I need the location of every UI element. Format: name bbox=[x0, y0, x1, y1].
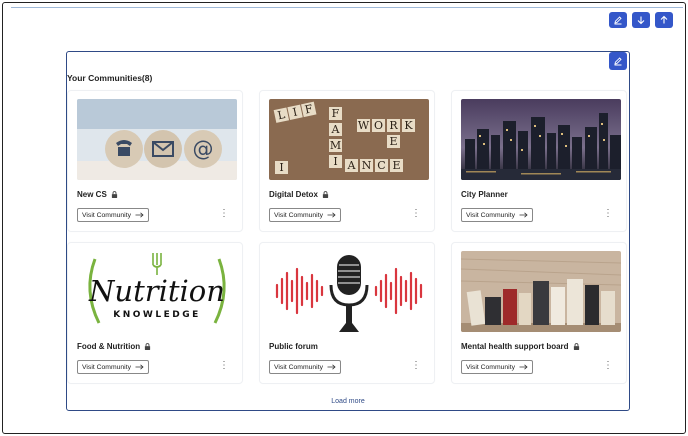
contact-icons-image: @ bbox=[77, 99, 237, 180]
pencil-icon bbox=[614, 57, 622, 66]
visit-community-button[interactable]: Visit Community bbox=[77, 360, 149, 374]
city-skyline-image bbox=[461, 99, 621, 180]
microphone-soundwave-image bbox=[269, 251, 429, 332]
community-image: LIF F A M I W O R K E A N C E I bbox=[269, 99, 429, 180]
panel-title: Your Communities(8) bbox=[67, 73, 153, 83]
move-up-button[interactable] bbox=[655, 12, 673, 28]
svg-text:K: K bbox=[404, 119, 413, 132]
toolbar bbox=[609, 12, 673, 28]
svg-text:A: A bbox=[347, 159, 357, 172]
more-options-icon[interactable]: ⋮ bbox=[603, 361, 613, 371]
books-image bbox=[461, 251, 621, 332]
svg-text:A: A bbox=[331, 123, 341, 136]
community-image bbox=[461, 251, 621, 332]
svg-text:F: F bbox=[332, 107, 340, 120]
community-image: @ bbox=[77, 99, 237, 180]
svg-text:R: R bbox=[389, 119, 398, 132]
community-image: Nutrition KNOWLEDGE bbox=[77, 251, 237, 332]
svg-text:N: N bbox=[362, 159, 372, 172]
community-name: Mental health support board bbox=[461, 342, 580, 351]
communities-panel: Your Communities(8) @ New CS Visit Commu… bbox=[66, 51, 630, 411]
edit-button[interactable] bbox=[609, 12, 627, 28]
arrow-right-icon bbox=[519, 212, 528, 218]
more-options-icon[interactable]: ⋮ bbox=[411, 209, 421, 219]
svg-text:E: E bbox=[389, 135, 397, 148]
nutrition-knowledge-logo: Nutrition KNOWLEDGE bbox=[77, 251, 237, 332]
community-card[interactable]: Mental health support board Visit Commun… bbox=[451, 242, 627, 384]
arrow-right-icon bbox=[327, 212, 336, 218]
community-name: New CS bbox=[77, 190, 118, 199]
svg-text:M: M bbox=[330, 139, 341, 152]
svg-text:W: W bbox=[358, 119, 370, 132]
visit-community-button[interactable]: Visit Community bbox=[269, 208, 341, 222]
community-card[interactable]: City Planner Visit Community ⋮ bbox=[451, 90, 627, 232]
arrow-right-icon bbox=[519, 364, 528, 370]
arrow-right-icon bbox=[135, 212, 144, 218]
arrow-up-icon bbox=[660, 15, 668, 24]
pencil-icon bbox=[614, 16, 622, 25]
community-card[interactable]: LIF F A M I W O R K E A N C E I Digital … bbox=[259, 90, 435, 232]
community-card[interactable]: Nutrition KNOWLEDGE Food & Nutrition Vis… bbox=[67, 242, 243, 384]
svg-text:I: I bbox=[279, 161, 283, 174]
visit-community-button[interactable]: Visit Community bbox=[77, 208, 149, 222]
more-options-icon[interactable]: ⋮ bbox=[411, 361, 421, 371]
panel-edit-button[interactable] bbox=[609, 52, 627, 70]
community-name: Food & Nutrition bbox=[77, 342, 151, 351]
load-more-link[interactable]: Load more bbox=[67, 398, 629, 405]
community-image bbox=[269, 251, 429, 332]
lock-icon bbox=[111, 191, 118, 198]
community-card[interactable]: @ New CS Visit Community ⋮ bbox=[67, 90, 243, 232]
visit-community-button[interactable]: Visit Community bbox=[461, 208, 533, 222]
community-card[interactable]: Public forum Visit Community ⋮ bbox=[259, 242, 435, 384]
svg-text:@: @ bbox=[193, 137, 214, 161]
arrow-down-icon bbox=[637, 16, 645, 25]
svg-text:KNOWLEDGE: KNOWLEDGE bbox=[113, 310, 200, 320]
move-down-button[interactable] bbox=[632, 12, 650, 28]
svg-text:E: E bbox=[392, 159, 400, 172]
more-options-icon[interactable]: ⋮ bbox=[603, 209, 613, 219]
community-name: Digital Detox bbox=[269, 190, 329, 199]
community-name: City Planner bbox=[461, 190, 508, 199]
word-tiles-image: LIF F A M I W O R K E A N C E I bbox=[269, 99, 429, 180]
visit-community-button[interactable]: Visit Community bbox=[461, 360, 533, 374]
more-options-icon[interactable]: ⋮ bbox=[219, 361, 229, 371]
lock-icon bbox=[322, 191, 329, 198]
arrow-right-icon bbox=[327, 364, 336, 370]
svg-text:Nutrition: Nutrition bbox=[88, 274, 225, 308]
lock-icon bbox=[573, 343, 580, 350]
svg-text:I: I bbox=[333, 155, 337, 168]
top-divider bbox=[11, 7, 683, 9]
app-frame: Your Communities(8) @ New CS Visit Commu… bbox=[2, 2, 686, 434]
svg-text:C: C bbox=[377, 159, 385, 172]
community-name: Public forum bbox=[269, 342, 318, 351]
lock-icon bbox=[144, 343, 151, 350]
svg-text:O: O bbox=[374, 119, 383, 132]
arrow-right-icon bbox=[135, 364, 144, 370]
visit-community-button[interactable]: Visit Community bbox=[269, 360, 341, 374]
community-image bbox=[461, 99, 621, 180]
more-options-icon[interactable]: ⋮ bbox=[219, 209, 229, 219]
